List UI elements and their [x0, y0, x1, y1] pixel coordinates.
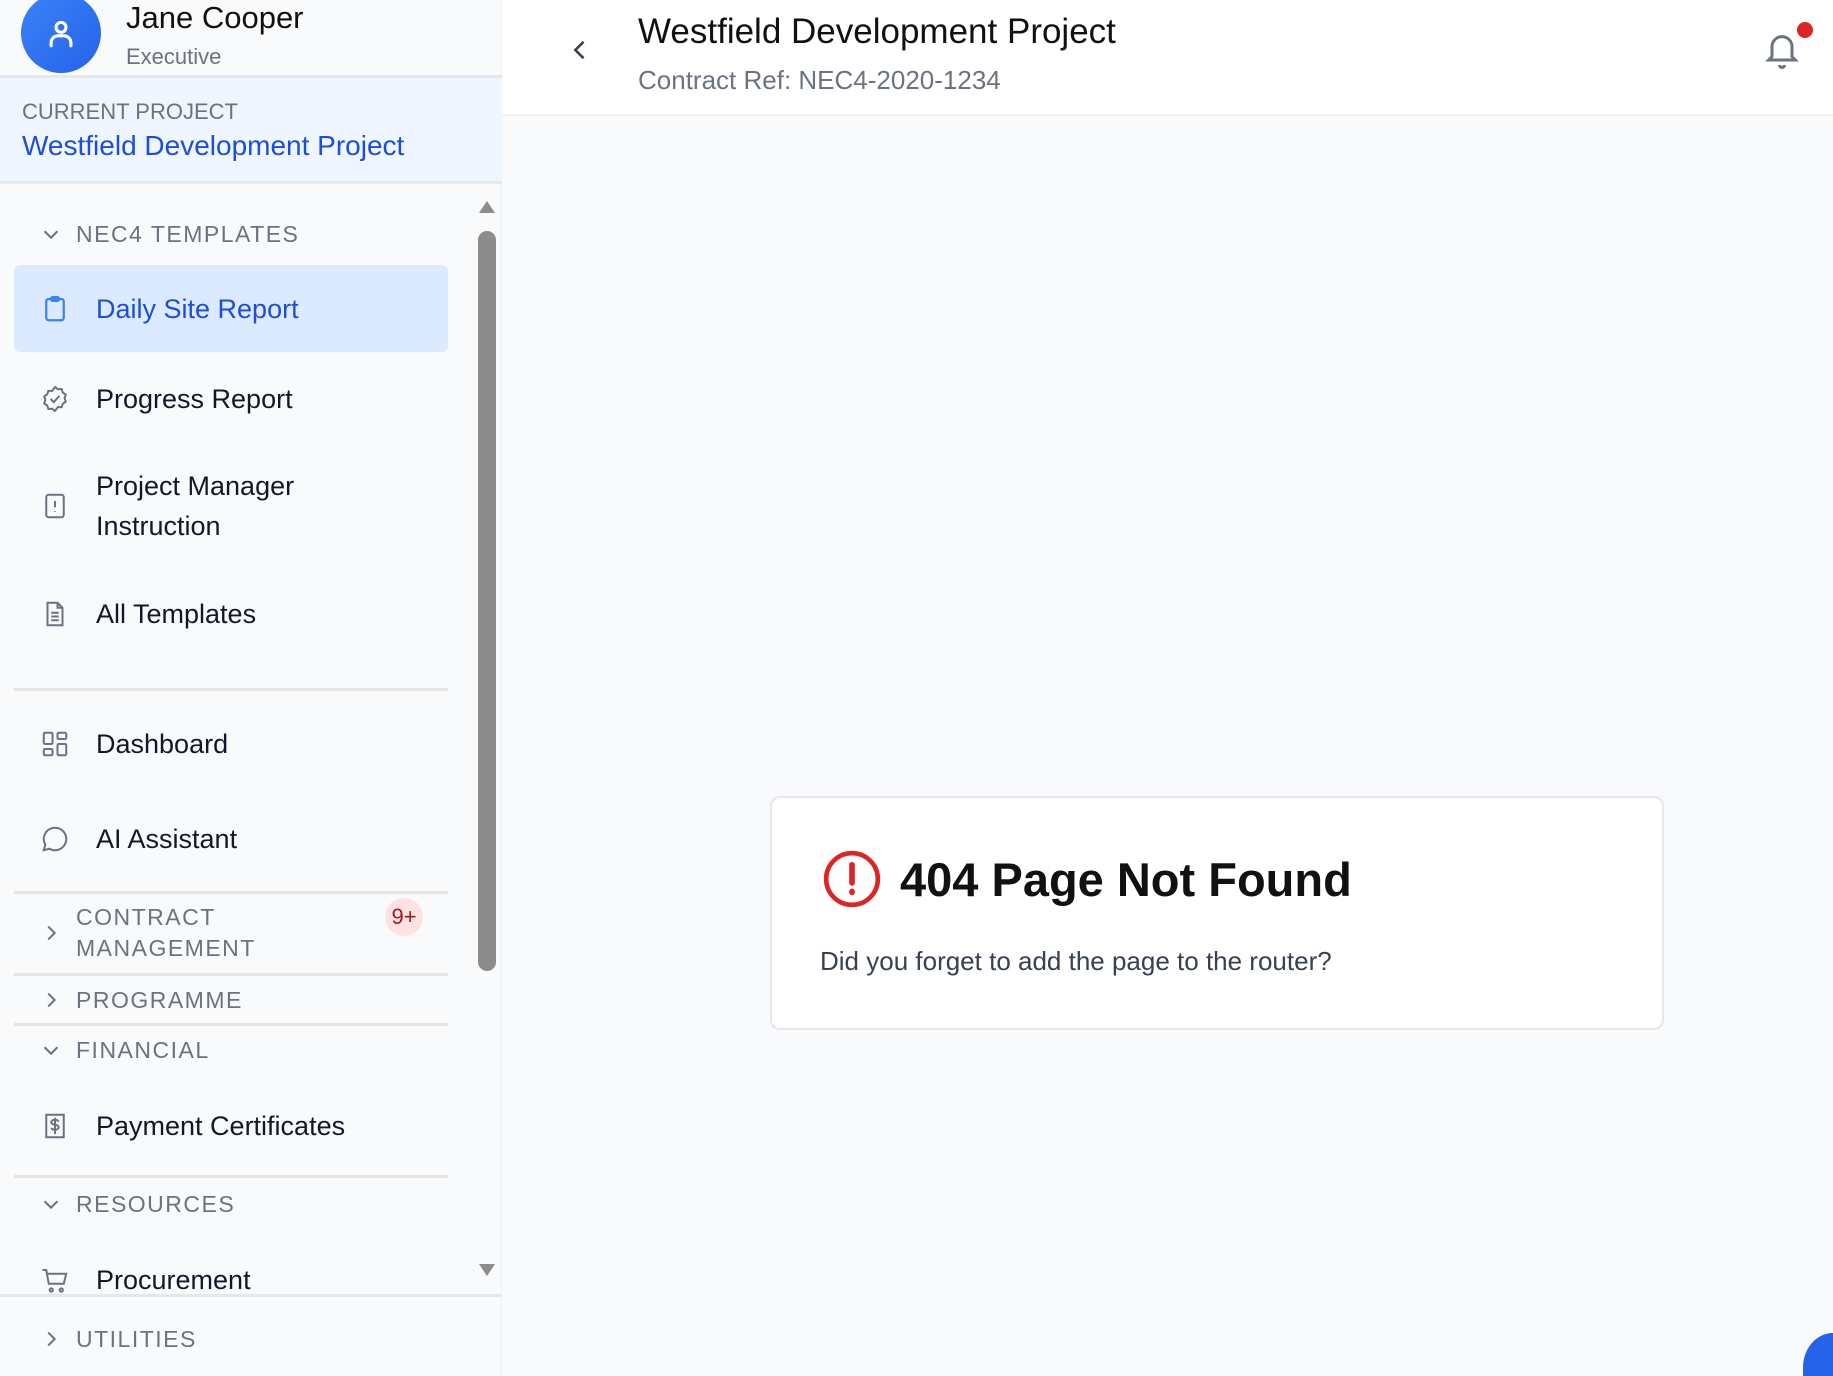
section-utilities[interactable]: UTILITIES — [40, 1323, 197, 1355]
clipboard-icon — [45, 295, 65, 321]
chat-bubble-icon — [42, 826, 68, 852]
section-programme[interactable]: PROGRAMME — [40, 984, 243, 1016]
back-chevron-icon[interactable] — [566, 36, 594, 64]
divider — [14, 891, 448, 894]
notification-badge: 9+ — [385, 898, 423, 936]
page-title: Westfield Development Project — [638, 12, 1116, 51]
bell-icon — [1765, 35, 1799, 69]
sidebar-item-all-templates[interactable]: All Templates — [14, 594, 448, 634]
user-role: Executive — [126, 44, 222, 69]
divider — [14, 1175, 448, 1178]
scroll-up-arrow-icon[interactable] — [477, 199, 497, 215]
user-icon — [49, 20, 73, 48]
cart-icon — [42, 1269, 68, 1293]
badge-check-icon — [43, 385, 67, 413]
current-project: CURRENT PROJECT Westfield Development Pr… — [0, 78, 502, 184]
chevron-down-icon — [43, 1200, 59, 1210]
sidebar: Jane Cooper Executive CURRENT PROJECT We… — [0, 0, 502, 1376]
section-label: UTILITIES — [76, 1326, 197, 1352]
sidebar-item-daily-site-report[interactable]: Daily Site Report — [14, 265, 448, 352]
sidebar-item-label: Procurement — [96, 1265, 251, 1294]
section-financial[interactable]: FINANCIAL — [40, 1034, 210, 1066]
section-label: RESOURCES — [76, 1191, 236, 1217]
section-label-line: MANAGEMENT — [76, 935, 256, 961]
section-resources[interactable]: RESOURCES — [40, 1188, 235, 1220]
sidebar-item-label: Progress Report — [96, 384, 293, 414]
scrollbar-thumb[interactable] — [478, 231, 496, 971]
section-contract-management[interactable]: CONTRACT MANAGEMENT — [40, 902, 256, 964]
sidebar-item-label: Dashboard — [96, 729, 229, 759]
sidebar-item-label: AI Assistant — [96, 824, 238, 854]
error-card: 404 Page Not Found Did you forget to add… — [770, 796, 1664, 1030]
sidebar-item-dashboard[interactable]: Dashboard — [14, 724, 448, 764]
section-label: PROGRAMME — [76, 987, 243, 1013]
document-icon — [46, 601, 64, 627]
avatar — [21, 0, 101, 73]
sidebar-item-label: Payment Certificates — [96, 1111, 346, 1141]
chevron-down-icon — [43, 230, 59, 240]
file-alert-icon — [45, 493, 65, 519]
alert-circle-icon — [823, 850, 881, 908]
section-label: NEC4 TEMPLATES — [76, 221, 300, 247]
current-project-name[interactable]: Westfield Development Project — [22, 130, 404, 162]
floating-action-button[interactable] — [1803, 1333, 1833, 1376]
user-name: Jane Cooper — [126, 0, 304, 35]
sidebar-item-label: All Templates — [96, 599, 257, 629]
sidebar-footer: UTILITIES — [0, 1294, 502, 1376]
page-header: Westfield Development Project Contract R… — [502, 0, 1833, 116]
chevron-right-icon — [47, 992, 57, 1008]
receipt-dollar-icon — [45, 1113, 65, 1139]
section-label: FINANCIAL — [76, 1037, 210, 1063]
sidebar-item-progress-report[interactable]: Progress Report — [14, 379, 448, 419]
sidebar-item-label: Project Manager — [96, 471, 295, 501]
user-profile[interactable]: Jane Cooper Executive — [0, 0, 502, 78]
sidebar-item-label: Instruction — [96, 511, 221, 541]
chevron-right-icon — [47, 925, 57, 941]
sidebar-item-procurement[interactable]: Procurement — [14, 1260, 448, 1294]
notification-dot — [1797, 22, 1813, 38]
divider — [14, 688, 448, 691]
sidebar-nav: NEC4 TEMPLATES Daily Site Report Progres… — [0, 184, 502, 1294]
dashboard-icon — [42, 731, 68, 757]
divider — [14, 1023, 448, 1026]
error-message: Did you forget to add the page to the ro… — [820, 946, 1332, 976]
sidebar-item-payment-certificates[interactable]: Payment Certificates — [14, 1106, 448, 1146]
contract-ref: Contract Ref: NEC4-2020-1234 — [638, 65, 1001, 95]
section-label: CONTRACT MANAGEMENT — [76, 902, 256, 964]
scroll-down-arrow-icon[interactable] — [477, 1262, 497, 1278]
sidebar-item-label: Daily Site Report — [96, 293, 299, 324]
divider — [14, 973, 448, 976]
notifications-button[interactable] — [1762, 22, 1813, 72]
sidebar-item-project-manager-instruction[interactable]: Project Manager Instruction — [14, 466, 448, 546]
error-title: 404 Page Not Found — [900, 853, 1352, 906]
section-label-line: CONTRACT — [76, 904, 216, 930]
sidebar-item-ai-assistant[interactable]: AI Assistant — [14, 819, 448, 859]
chevron-down-icon — [43, 1046, 59, 1056]
current-project-label: CURRENT PROJECT — [22, 99, 238, 124]
chevron-right-icon — [47, 1331, 57, 1347]
section-nec4-templates[interactable]: NEC4 TEMPLATES — [40, 218, 299, 250]
